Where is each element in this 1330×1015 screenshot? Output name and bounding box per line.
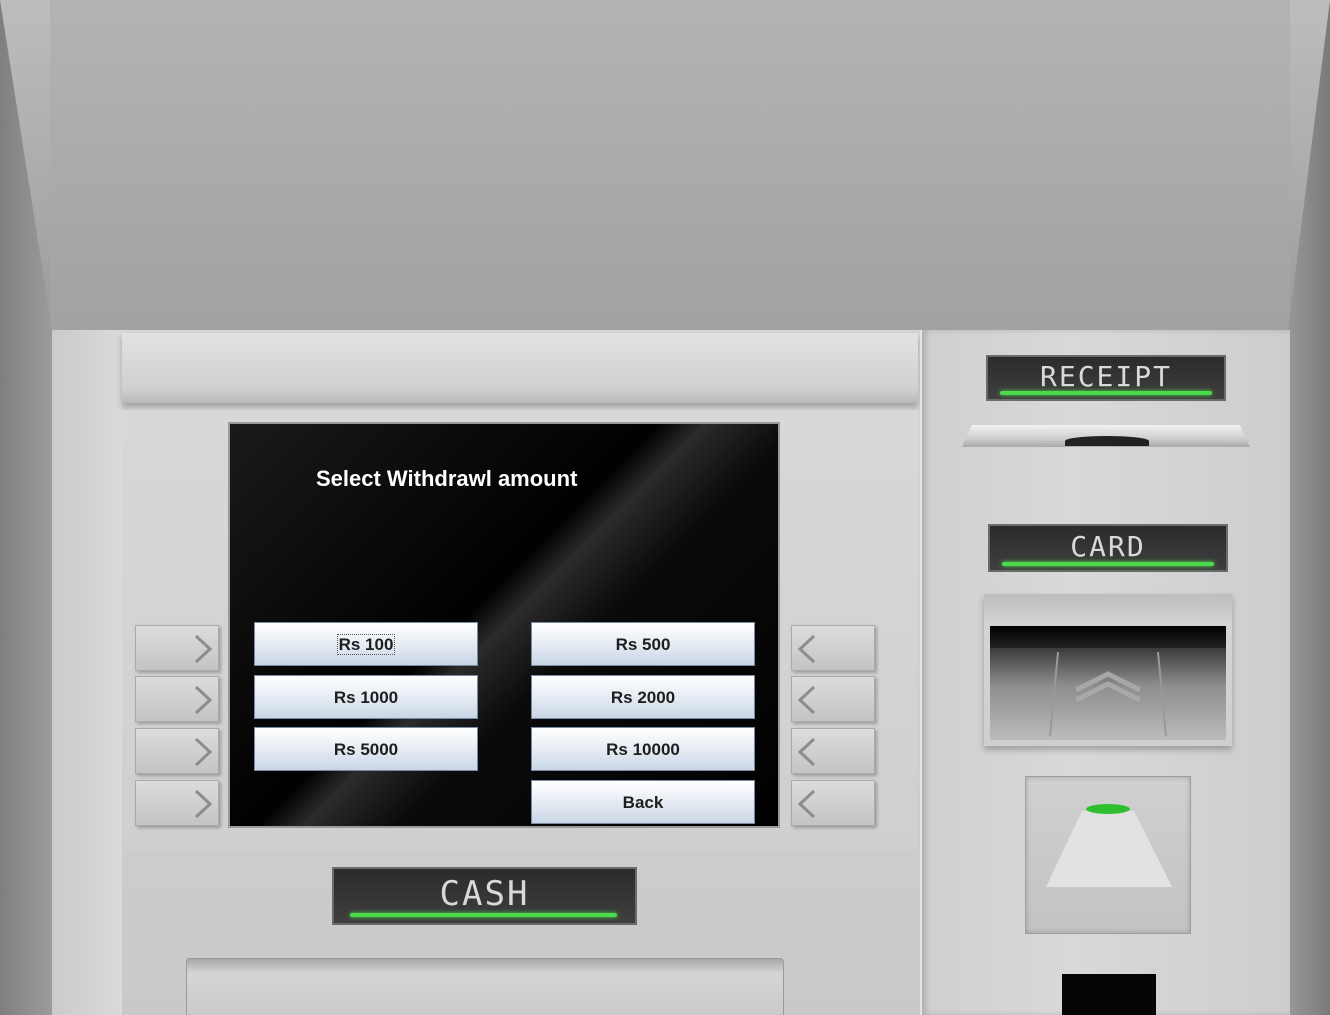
card-label: CARD bbox=[1070, 530, 1146, 563]
ceiling-inner bbox=[50, 0, 1290, 330]
card-reader[interactable] bbox=[984, 594, 1232, 746]
cash-label: CASH bbox=[439, 874, 530, 914]
rs-500-button[interactable]: Rs 500 bbox=[531, 622, 755, 666]
card-label-panel: CARD bbox=[988, 524, 1228, 572]
atm-machine: Select Withdrawl amount Rs 100 Rs 500 Rs… bbox=[0, 0, 1330, 1015]
rs-100-label: Rs 100 bbox=[336, 634, 396, 655]
cash-indicator-light bbox=[350, 913, 617, 917]
chevron-right-icon bbox=[194, 685, 213, 715]
left-side-key-2[interactable] bbox=[135, 676, 219, 722]
receipt-slot-opening bbox=[1065, 436, 1149, 446]
chevron-left-icon bbox=[797, 685, 816, 715]
chevron-right-icon bbox=[194, 634, 213, 664]
rs-1000-button[interactable]: Rs 1000 bbox=[254, 675, 478, 719]
chevron-left-icon bbox=[797, 737, 816, 767]
right-side-key-3[interactable] bbox=[791, 728, 875, 774]
chevron-right-icon bbox=[194, 789, 213, 819]
lower-slot bbox=[1062, 974, 1156, 1015]
back-button[interactable]: Back bbox=[531, 780, 755, 824]
rs-5000-button[interactable]: Rs 5000 bbox=[254, 727, 478, 771]
left-side-key-3[interactable] bbox=[135, 728, 219, 774]
cash-dispenser-slot[interactable] bbox=[186, 958, 784, 1015]
receipt-indicator-light bbox=[1000, 391, 1212, 395]
insert-card-arrow-icon bbox=[1049, 651, 1167, 737]
card-indicator-light bbox=[1002, 562, 1214, 566]
rs-100-button[interactable]: Rs 100 bbox=[254, 622, 478, 666]
receipt-label-panel: RECEIPT bbox=[986, 355, 1226, 401]
chevron-right-icon bbox=[194, 737, 213, 767]
left-side-key-1[interactable] bbox=[135, 625, 219, 671]
right-side-key-1[interactable] bbox=[791, 625, 875, 671]
right-side-key-2[interactable] bbox=[791, 676, 875, 722]
left-side-key-4[interactable] bbox=[135, 780, 219, 826]
cash-label-panel: CASH bbox=[332, 867, 637, 925]
pin-shield-box bbox=[1025, 776, 1191, 934]
console-side-panel bbox=[52, 330, 122, 1015]
right-side-key-4[interactable] bbox=[791, 780, 875, 826]
card-slot-opening bbox=[990, 626, 1226, 648]
atm-screen: Select Withdrawl amount Rs 100 Rs 500 Rs… bbox=[228, 422, 780, 828]
keypad-shield-icon bbox=[1046, 804, 1172, 887]
chevron-left-icon bbox=[797, 634, 816, 664]
receipt-label: RECEIPT bbox=[1039, 360, 1172, 393]
rs-2000-button[interactable]: Rs 2000 bbox=[531, 675, 755, 719]
rs-10000-button[interactable]: Rs 10000 bbox=[531, 727, 755, 771]
top-bezel bbox=[122, 333, 918, 403]
card-slot-throat bbox=[990, 648, 1226, 740]
chevron-left-icon bbox=[797, 789, 816, 819]
screen-title: Select Withdrawl amount bbox=[316, 466, 578, 491]
